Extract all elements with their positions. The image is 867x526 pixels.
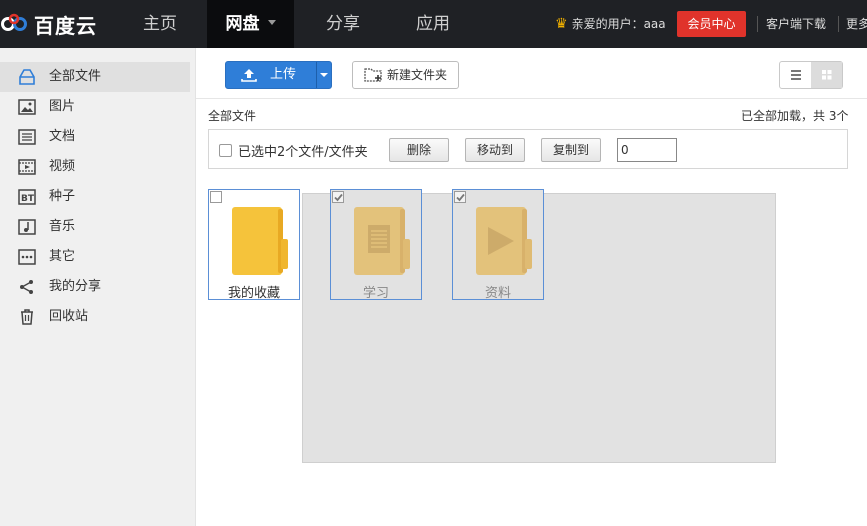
crown-icon: ♛ (555, 16, 568, 32)
file-name[interactable]: 学习 (331, 282, 421, 301)
share-icon (20, 280, 33, 294)
video-icon (18, 159, 36, 175)
nav-apps[interactable]: 应用 (408, 0, 458, 48)
top-bar: 百度云 主页 网盘 分享 应用 ♛ 亲爱的用户：aaa 会员中心 客户端下载 更… (0, 0, 867, 48)
other-icon (18, 249, 36, 265)
trash-icon (21, 309, 33, 325)
divider (196, 98, 867, 99)
logo[interactable]: 百度云 (0, 8, 97, 40)
folder-icon (232, 207, 288, 275)
selection-bar: 已选中2个文件/文件夹 删除 移动到 复制到 0 (208, 129, 848, 169)
select-all-checkbox[interactable] (219, 144, 232, 157)
sidebar-item-recycle-bin[interactable]: 回收站 (0, 302, 190, 332)
list-icon (791, 70, 801, 80)
image-icon (18, 99, 36, 115)
sidebar-item-torrents[interactable]: BT 种子 (0, 182, 190, 212)
nav-netdisk[interactable]: 网盘 (207, 0, 294, 48)
file-name[interactable]: 资料 (453, 282, 543, 301)
delete-button[interactable]: 删除 (389, 138, 449, 162)
upload-button[interactable]: 上传 (225, 61, 332, 89)
nav-home[interactable]: 主页 (135, 0, 185, 48)
divider (757, 16, 758, 32)
copy-to-button[interactable]: 复制到 (541, 138, 601, 162)
all-files-icon (19, 69, 35, 85)
selection-input[interactable]: 0 (617, 138, 677, 162)
svg-text:BT: BT (21, 194, 35, 204)
more-link[interactable]: 更多 (846, 16, 867, 32)
music-icon (18, 219, 36, 235)
file-tile-study[interactable]: 学习 (330, 189, 422, 301)
upload-icon (241, 69, 257, 82)
torrent-icon: BT (18, 189, 36, 205)
grid-icon (822, 70, 832, 80)
file-tile-materials[interactable]: 资料 (452, 189, 544, 301)
file-tile-my-favorites[interactable]: 我的收藏 (208, 189, 300, 301)
checkmark-icon (334, 193, 343, 202)
view-toggle (779, 61, 843, 89)
upload-main-button[interactable]: 上传 (226, 62, 316, 88)
sidebar-item-my-shares[interactable]: 我的分享 (0, 272, 190, 302)
sidebar-item-music[interactable]: 音乐 (0, 212, 190, 242)
sidebar: 全部文件 图片 文档 视频 BT 种子 音乐 其它 我的分享 回收站 (0, 48, 196, 526)
client-download-link[interactable]: 客户端下载 (766, 16, 826, 32)
list-view-button[interactable] (780, 62, 811, 88)
user-greeting[interactable]: ♛ 亲爱的用户：aaa (555, 14, 666, 34)
sidebar-item-all-files[interactable]: 全部文件 (0, 62, 190, 92)
file-checkbox[interactable] (210, 191, 222, 203)
selection-count-text: 已选中2个文件/文件夹 (238, 145, 368, 160)
sidebar-item-videos[interactable]: 视频 (0, 152, 190, 182)
upload-dropdown-button[interactable] (317, 62, 331, 88)
file-checkbox[interactable] (332, 191, 344, 203)
cloud-logo-icon (1, 13, 27, 31)
new-folder-icon (364, 68, 382, 82)
folder-document-icon (354, 207, 410, 275)
sidebar-item-documents[interactable]: 文档 (0, 122, 190, 152)
caret-down-icon (320, 73, 328, 77)
new-folder-button[interactable]: 新建文件夹 (352, 61, 459, 89)
sidebar-item-other[interactable]: 其它 (0, 242, 190, 272)
divider (838, 16, 839, 32)
sidebar-item-images[interactable]: 图片 (0, 92, 190, 122)
nav-share[interactable]: 分享 (318, 0, 368, 48)
grid-view-button[interactable] (811, 62, 842, 88)
vip-center-button[interactable]: 会员中心 (677, 11, 746, 37)
document-icon (18, 129, 36, 145)
move-to-button[interactable]: 移动到 (465, 138, 525, 162)
file-checkbox[interactable] (454, 191, 466, 203)
loaded-status: 已全部加载，共 3个 (741, 109, 849, 123)
file-name[interactable]: 我的收藏 (209, 282, 299, 301)
checkmark-icon (456, 193, 465, 202)
breadcrumb[interactable]: 全部文件 (208, 107, 256, 124)
chevron-down-icon (267, 19, 276, 25)
logo-text: 百度云 (34, 13, 97, 38)
folder-video-icon (476, 207, 532, 275)
